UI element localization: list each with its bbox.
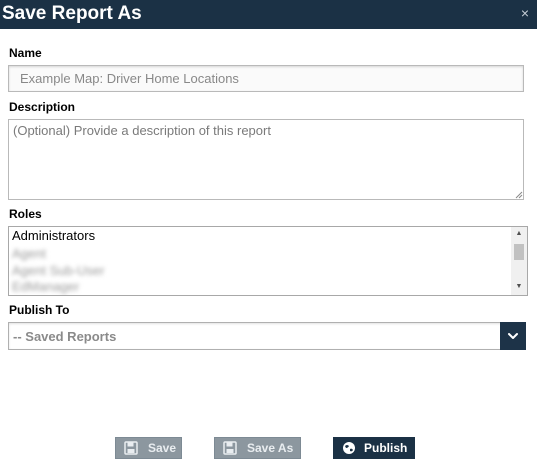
resize-grip-icon[interactable] — [515, 191, 523, 199]
publish-to-select[interactable]: -- Saved Reports — [8, 322, 526, 350]
description-field[interactable] — [8, 119, 524, 200]
description-label: Description — [9, 100, 76, 114]
save-report-dialog: Save Report As × Name Example Map: Drive… — [0, 0, 537, 472]
save-button-label: Save — [148, 441, 177, 455]
scroll-up-icon[interactable]: ▲ — [511, 227, 527, 240]
publish-button-label: Publish — [364, 441, 408, 455]
dialog-title: Save Report As — [2, 3, 142, 24]
floppy-disk-icon — [223, 441, 237, 455]
name-field-value: Example Map: Driver Home Locations — [20, 71, 239, 86]
name-field[interactable]: Example Map: Driver Home Locations — [8, 65, 524, 92]
save-as-button-label: Save As — [247, 441, 294, 455]
publish-to-label: Publish To — [9, 303, 70, 317]
save-button[interactable]: Save — [115, 437, 182, 459]
role-option[interactable]: EdManager — [12, 279, 79, 294]
role-option[interactable]: Agent — [12, 246, 46, 261]
name-label: Name — [9, 46, 42, 60]
role-option[interactable]: Agent Sub-User — [12, 263, 105, 278]
publish-button[interactable]: Publish — [333, 437, 415, 459]
publish-to-selected: -- Saved Reports — [13, 329, 117, 344]
floppy-disk-icon — [124, 441, 138, 455]
close-icon[interactable]: × — [521, 5, 529, 21]
scroll-down-icon[interactable]: ▼ — [511, 280, 527, 293]
dropdown-button[interactable] — [500, 322, 526, 350]
chevron-down-icon — [508, 333, 518, 339]
role-option[interactable]: Administrators — [12, 228, 95, 243]
roles-label: Roles — [9, 207, 42, 221]
save-as-button[interactable]: Save As — [214, 437, 301, 459]
roles-listbox[interactable]: Administrators Agent Agent Sub-User EdMa… — [8, 226, 528, 296]
dialog-titlebar: Save Report As × — [0, 0, 537, 29]
roles-scrollbar[interactable]: ▲ ▼ — [511, 227, 527, 295]
globe-icon — [343, 442, 355, 454]
scroll-thumb[interactable] — [514, 244, 524, 260]
